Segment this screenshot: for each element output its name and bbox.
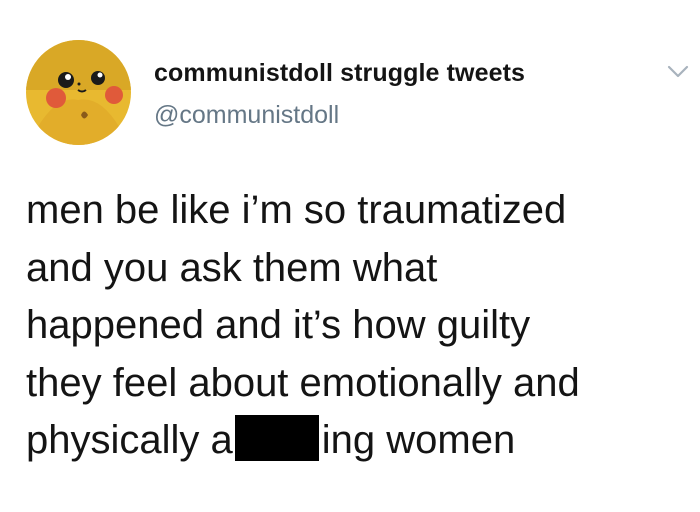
redaction-bar bbox=[234, 415, 319, 461]
chevron-down-icon[interactable] bbox=[666, 60, 690, 84]
author-display-name[interactable]: communistdoll struggle tweets bbox=[154, 58, 525, 88]
tweet-card: communistdoll struggle tweets @communist… bbox=[0, 0, 700, 512]
tweet-text-line: and you ask them what bbox=[26, 245, 438, 290]
pikachu-avatar-icon[interactable] bbox=[26, 40, 131, 145]
tweet-text-line: men be like i’m so traumatized bbox=[26, 188, 567, 232]
author-handle[interactable]: @communistdoll bbox=[154, 100, 525, 130]
tweet-header: communistdoll struggle tweets @communist… bbox=[26, 38, 689, 148]
tweet-text-after-redaction: ing women bbox=[321, 418, 516, 462]
tweet-text-last-line: physically a ing women bbox=[26, 412, 691, 470]
author-names: communistdoll struggle tweets @communist… bbox=[154, 58, 525, 130]
tweet-text-before-redaction: physically a bbox=[26, 418, 233, 462]
tweet-text-line: happened and it’s how guilty bbox=[26, 303, 531, 347]
tweet-text-line: they feel about emotionally and bbox=[26, 360, 580, 405]
tweet-text: men be like i’m so traumatized and you a… bbox=[26, 182, 691, 470]
